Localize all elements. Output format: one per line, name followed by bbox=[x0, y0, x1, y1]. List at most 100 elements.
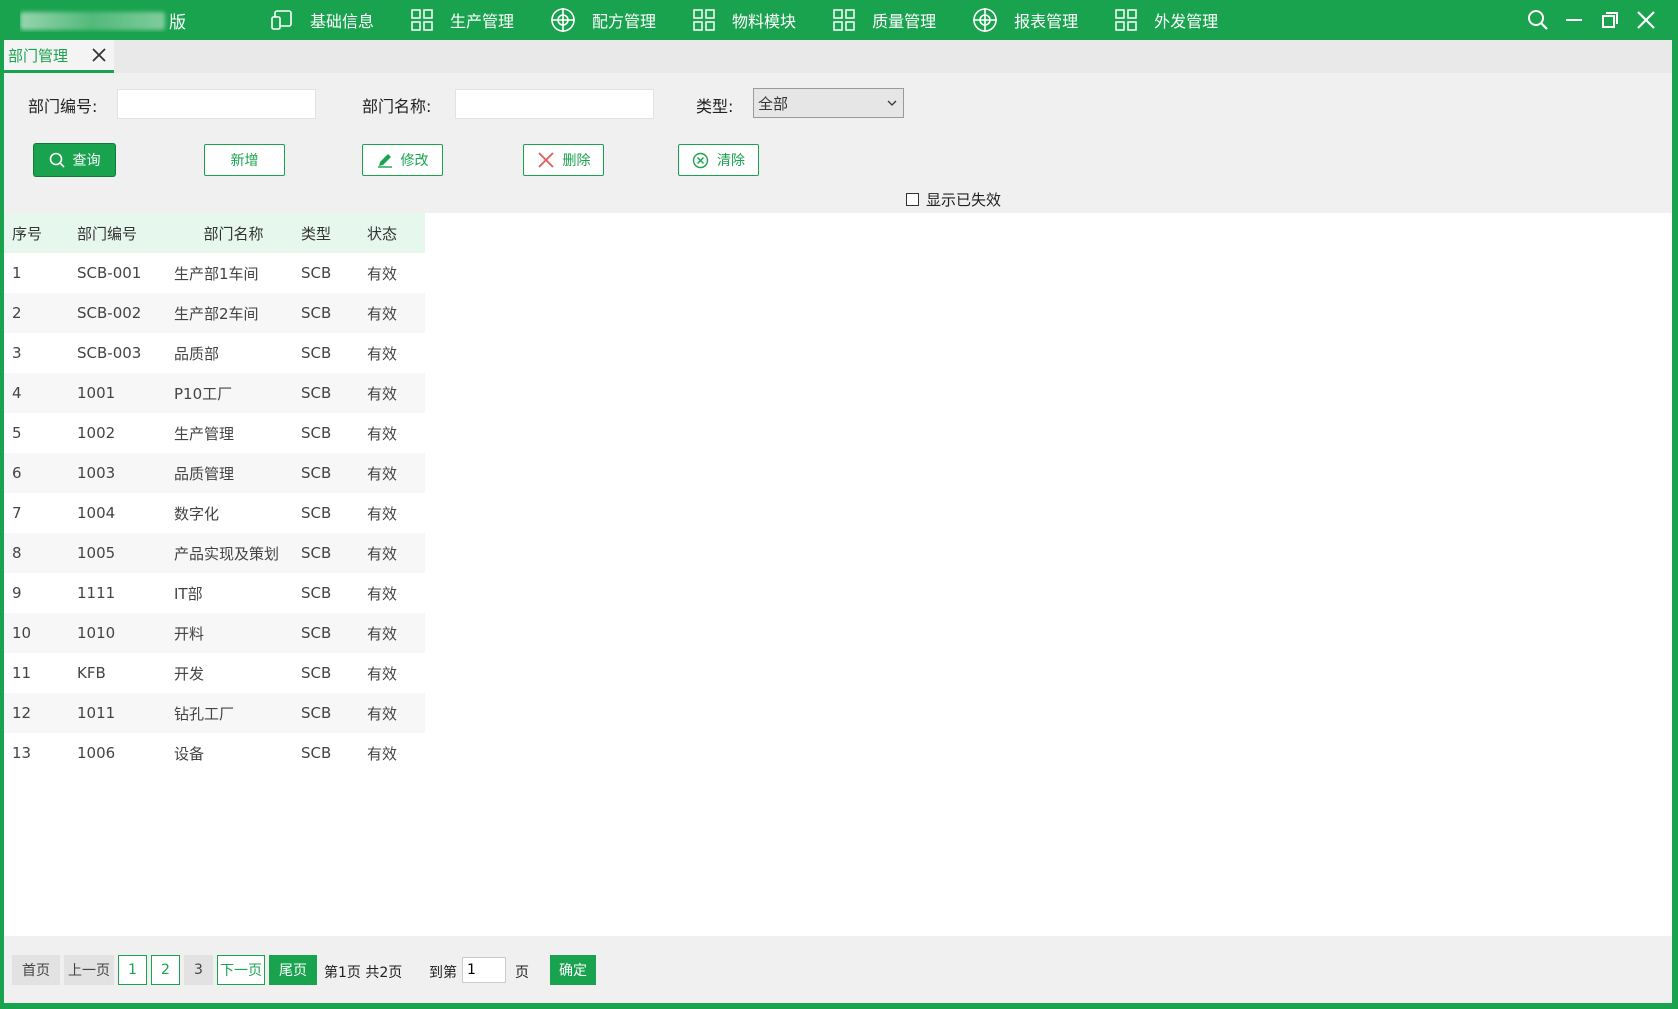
device-icon bbox=[270, 8, 310, 32]
cell-index: 12 bbox=[4, 693, 69, 733]
cell-dept-name: 生产管理 bbox=[174, 424, 235, 443]
menu-item-label: 配方管理 bbox=[592, 12, 657, 31]
cell-index: 13 bbox=[12, 744, 32, 762]
menu-item-3[interactable]: 物料模块 bbox=[692, 0, 796, 40]
target-icon bbox=[972, 7, 1014, 33]
cell-index: 10 bbox=[4, 613, 69, 653]
col-header-type[interactable]: 类型 bbox=[293, 213, 359, 253]
data-grid-area: 序号 部门编号 部门名称 类型 状态 1 SCB-001 生产部1车间 SCB 有效 2 S… bbox=[4, 213, 1672, 936]
cell-status: 有效 bbox=[367, 344, 398, 363]
last-page-button[interactable]: 尾页 bbox=[269, 955, 317, 985]
show-invalid-label: 显示已失效 bbox=[926, 191, 1002, 209]
table-row[interactable]: 8 1005 产品实现及策划 SCB 有效 bbox=[4, 533, 425, 573]
menu-item-label: 物料模块 bbox=[732, 12, 797, 31]
cell-type: SCB bbox=[293, 293, 359, 333]
cell-dept-code: 1010 bbox=[69, 613, 166, 653]
cell-index: 1 bbox=[12, 264, 22, 282]
cell-index: 2 bbox=[4, 293, 69, 333]
page-2-button[interactable]: 2 bbox=[151, 955, 180, 985]
cell-status: 有效 bbox=[367, 664, 398, 683]
target-icon bbox=[550, 7, 592, 33]
cell-status: 有效 bbox=[359, 533, 425, 573]
table-header-row: 序号 部门编号 部门名称 类型 状态 bbox=[4, 213, 425, 253]
close-icon[interactable] bbox=[1628, 0, 1664, 40]
cell-dept-name: 品质部 bbox=[174, 344, 220, 363]
table-row[interactable]: 5 1002 生产管理 SCB 有效 bbox=[4, 413, 425, 453]
tab-department-management[interactable]: 部门管理 bbox=[4, 40, 114, 73]
goto-page-input[interactable] bbox=[462, 957, 506, 983]
chevron-down-icon bbox=[887, 100, 897, 106]
show-invalid-checkbox[interactable]: 显示已失效 bbox=[906, 189, 1001, 210]
cell-dept-code: SCB-002 bbox=[69, 293, 166, 333]
table-row[interactable]: 4 1001 P10工厂 SCB 有效 bbox=[4, 373, 425, 413]
add-button[interactable]: 新增 bbox=[204, 144, 285, 176]
menu-item-2[interactable]: 配方管理 bbox=[550, 0, 656, 40]
restore-icon[interactable] bbox=[1592, 0, 1628, 40]
table-row[interactable]: 7 1004 数字化 SCB 有效 bbox=[4, 493, 425, 533]
delete-button[interactable]: 删除 bbox=[523, 144, 604, 176]
page-3-button[interactable]: 3 bbox=[184, 955, 213, 985]
search-icon[interactable] bbox=[1520, 0, 1556, 40]
pencil-icon bbox=[377, 154, 392, 168]
tab-close-icon[interactable] bbox=[90, 46, 108, 64]
table-row[interactable]: 3 SCB-003 品质部 SCB 有效 bbox=[4, 333, 425, 373]
minimize-icon[interactable] bbox=[1556, 0, 1592, 40]
type-select[interactable]: 全部 bbox=[753, 88, 904, 118]
query-button-label: 查询 bbox=[72, 153, 101, 169]
clear-button[interactable]: 清除 bbox=[678, 144, 759, 176]
delete-x-icon bbox=[537, 152, 554, 168]
pagination-bar: 首页 上一页 1 2 3 下一页 尾页 第1页 共2页 到第 页 确定 bbox=[4, 936, 1672, 1003]
cell-type: SCB bbox=[301, 744, 332, 762]
table-row[interactable]: 9 1111 IT部 SCB 有效 bbox=[4, 573, 425, 613]
confirm-goto-button[interactable]: 确定 bbox=[550, 955, 596, 985]
menu-item-6[interactable]: 外发管理 bbox=[1114, 0, 1218, 40]
page-1-button[interactable]: 1 bbox=[118, 955, 147, 985]
cell-dept-code: 1005 bbox=[69, 533, 166, 573]
dept-name-label: 部门名称: bbox=[362, 97, 432, 116]
prev-page-button[interactable]: 上一页 bbox=[64, 955, 114, 985]
col-header-dept-code[interactable]: 部门编号 bbox=[69, 213, 166, 253]
table-row[interactable]: 12 1011 钻孔工厂 SCB 有效 bbox=[4, 693, 425, 733]
col-header-index[interactable]: 序号 bbox=[4, 213, 69, 253]
cell-dept-name: IT部 bbox=[174, 584, 203, 603]
menu-item-5[interactable]: 报表管理 bbox=[972, 0, 1078, 40]
table-row[interactable]: 1 SCB-001 生产部1车间 SCB 有效 bbox=[4, 253, 425, 293]
add-button-label: 新增 bbox=[230, 153, 259, 169]
checkbox-box[interactable] bbox=[906, 193, 919, 206]
cell-type: SCB bbox=[293, 453, 359, 493]
table-row[interactable]: 2 SCB-002 生产部2车间 SCB 有效 bbox=[4, 293, 425, 333]
app-title: 版 bbox=[20, 8, 210, 32]
col-header-dept-name[interactable]: 部门名称 bbox=[166, 213, 293, 253]
main-content: 部门编号: 部门名称: 类型: 全部 查询 新增 修改 删除 清除 显示已失效 … bbox=[4, 73, 1672, 1003]
table-row[interactable]: 10 1010 开料 SCB 有效 bbox=[4, 613, 425, 653]
page-info: 第1页 共2页 bbox=[324, 965, 403, 981]
type-label: 类型: bbox=[696, 97, 734, 116]
next-page-button[interactable]: 下一页 bbox=[217, 955, 265, 985]
table-row[interactable]: 13 1006 设备 SCB 有效 bbox=[4, 733, 425, 773]
cell-status: 有效 bbox=[367, 504, 398, 523]
table-row[interactable]: 11 KFB 开发 SCB 有效 bbox=[4, 653, 425, 693]
menu-item-1[interactable]: 生产管理 bbox=[410, 0, 514, 40]
window-controls bbox=[1520, 0, 1664, 40]
cell-dept-code: 1011 bbox=[69, 693, 166, 733]
menu-item-4[interactable]: 质量管理 bbox=[832, 0, 936, 40]
cell-type: SCB bbox=[301, 264, 332, 282]
edit-button-label: 修改 bbox=[400, 153, 429, 169]
col-header-status[interactable]: 状态 bbox=[359, 213, 425, 253]
cell-index: 8 bbox=[4, 533, 69, 573]
cell-status: 有效 bbox=[359, 693, 425, 733]
cell-dept-name: 产品实现及策划 bbox=[166, 533, 293, 573]
dept-name-input[interactable] bbox=[455, 89, 654, 119]
menu-item-0[interactable]: 基础信息 bbox=[270, 0, 374, 40]
query-button[interactable]: 查询 bbox=[34, 144, 115, 176]
first-page-button[interactable]: 首页 bbox=[12, 955, 60, 985]
edit-button[interactable]: 修改 bbox=[362, 144, 443, 176]
cell-dept-name: 数字化 bbox=[174, 504, 220, 523]
cell-status: 有效 bbox=[359, 373, 425, 413]
dept-code-input[interactable] bbox=[117, 89, 316, 119]
table-row[interactable]: 6 1003 品质管理 SCB 有效 bbox=[4, 453, 425, 493]
main-menu: 基础信息 生产管理 配方管理 物料模块 质量管理 报表管理 外发管理 bbox=[270, 0, 1254, 40]
cell-dept-code: 1004 bbox=[77, 504, 116, 522]
goto-label: 到第 bbox=[429, 965, 457, 981]
cell-status: 有效 bbox=[359, 613, 425, 653]
